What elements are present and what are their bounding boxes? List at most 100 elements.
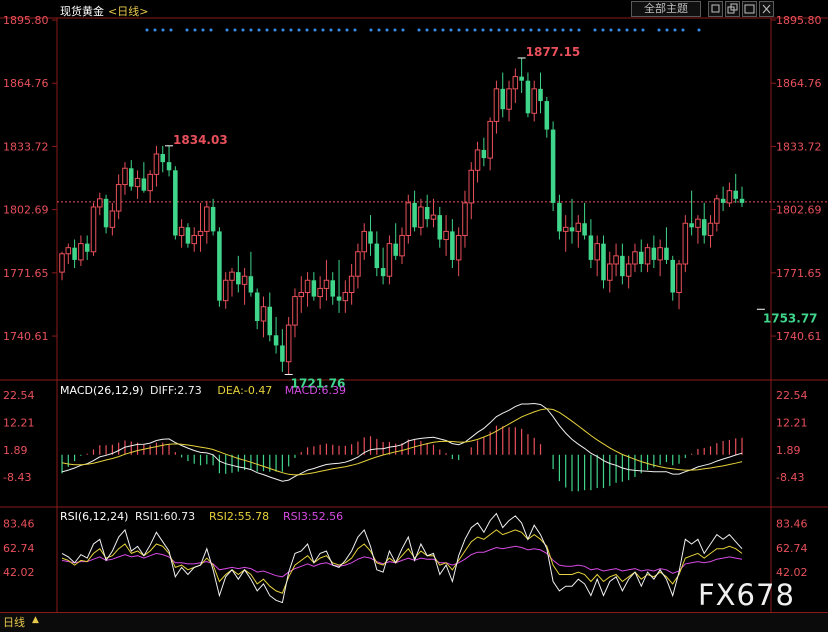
price-y-tick-label: 1802.69 (3, 204, 49, 217)
signal-dot (633, 28, 637, 32)
period-switch[interactable]: 日线 (3, 614, 25, 630)
candle-body (374, 243, 380, 269)
candle-body (437, 215, 443, 240)
rsi3-line (61, 545, 743, 578)
candle-body (304, 279, 311, 293)
candle-body (582, 223, 587, 236)
price-y-tick-label-right: 1802.69 (776, 204, 822, 217)
candle-body (393, 243, 398, 256)
price-y-tick-label: 1864.76 (3, 77, 49, 90)
signal-dot (609, 28, 613, 32)
candle-body (147, 173, 153, 192)
candle-body (487, 120, 493, 159)
signal-dot (201, 28, 205, 32)
candle-body (323, 279, 330, 289)
close-icon[interactable] (759, 1, 774, 17)
signal-dot (457, 28, 461, 32)
candle-body (714, 198, 720, 224)
candle-body (267, 306, 273, 336)
price-y-tick-label-right: 1740.61 (776, 330, 822, 343)
signal-dot (497, 28, 501, 32)
candle-body (134, 177, 141, 188)
candle-body (474, 149, 481, 171)
candle-body (222, 279, 229, 302)
rsi-y-tick-label: 62.74 (3, 542, 35, 555)
signal-dot (513, 28, 517, 32)
signal-dot (433, 28, 437, 32)
macd-title: MACD(26,12,9) (60, 384, 144, 397)
maximize-icon[interactable] (742, 1, 757, 17)
macd-y-tick-label: 12.21 (3, 416, 35, 429)
signal-dot (289, 28, 293, 32)
macd-y-tick-label-right: 1.89 (776, 444, 801, 457)
candle-body (726, 190, 733, 204)
candle-body (380, 268, 386, 277)
signal-dot (225, 28, 229, 32)
price-y-tick-label: 1771.65 (3, 267, 49, 280)
candle-body (550, 129, 556, 203)
candle-body (84, 243, 90, 252)
candle-body (292, 296, 298, 326)
signal-dot (657, 28, 661, 32)
rsi-y-tick-label-right: 62.74 (776, 542, 808, 555)
signal-dot (425, 28, 429, 32)
signal-dot (153, 28, 157, 32)
signal-dot (305, 28, 309, 32)
signal-dot (385, 28, 389, 32)
signal-dot (329, 28, 333, 32)
signal-dot (185, 28, 189, 32)
candle-body (254, 292, 260, 322)
candle-body (178, 226, 185, 236)
macd-legend-item: DEA:-0.47 (217, 384, 272, 397)
macd-y-tick-label-right: 22.54 (776, 389, 808, 402)
price-y-tick-label: 1833.72 (3, 140, 49, 153)
price-annotation: 1877.15 (526, 45, 581, 59)
candle-body (173, 170, 178, 236)
restore-icon[interactable] (725, 1, 740, 17)
candle-body (644, 247, 651, 265)
signal-dot (273, 28, 277, 32)
window-icon[interactable] (708, 1, 723, 17)
bottom-bar (0, 612, 828, 632)
signal-dot (505, 28, 509, 32)
signal-dot (521, 28, 525, 32)
candle-body (638, 251, 644, 264)
rsi1-line (61, 512, 743, 604)
candle-body (701, 219, 707, 236)
signal-dot (353, 28, 357, 32)
candle-body (185, 227, 191, 244)
candle-body (90, 206, 97, 253)
candle-body (109, 210, 116, 228)
candle-body (298, 291, 305, 298)
candle-body (405, 202, 412, 236)
candle-body (280, 345, 285, 362)
candle-body (531, 88, 537, 114)
price-annotation: 1753.77 (763, 311, 818, 325)
rsi-legend-item: RSI2:55.78 (209, 510, 269, 523)
candle-body (481, 149, 487, 159)
candle-body (500, 88, 506, 110)
candle-body (632, 251, 638, 265)
candle-body (620, 255, 625, 277)
candle-body (386, 243, 393, 277)
candle-body (355, 251, 361, 277)
signal-dot (313, 28, 317, 32)
candle-body (115, 184, 122, 212)
candle-body (588, 235, 594, 260)
macd-y-tick-label-right: 12.21 (776, 416, 808, 429)
chart-canvas: 1895.80 1895.80 1864.76 1864.76 1833.72 1833.… (0, 14, 828, 628)
candle-body (689, 223, 694, 228)
candle-body (720, 198, 726, 203)
price-annotation: 1834.03 (173, 133, 228, 147)
candle-body (273, 335, 279, 346)
period-switch-arrow-icon[interactable]: ▲ (32, 615, 39, 625)
signal-dot (441, 28, 445, 32)
period-label[interactable]: <日线> (108, 3, 148, 19)
candle-body (707, 222, 714, 236)
candle-body (412, 202, 417, 228)
signal-dot (553, 28, 557, 32)
macd-legend-item: MACD:6.39 (285, 384, 346, 397)
signal-dot (393, 28, 397, 32)
theme-button[interactable]: 全部主题 (631, 1, 701, 17)
candle-body (59, 253, 65, 273)
